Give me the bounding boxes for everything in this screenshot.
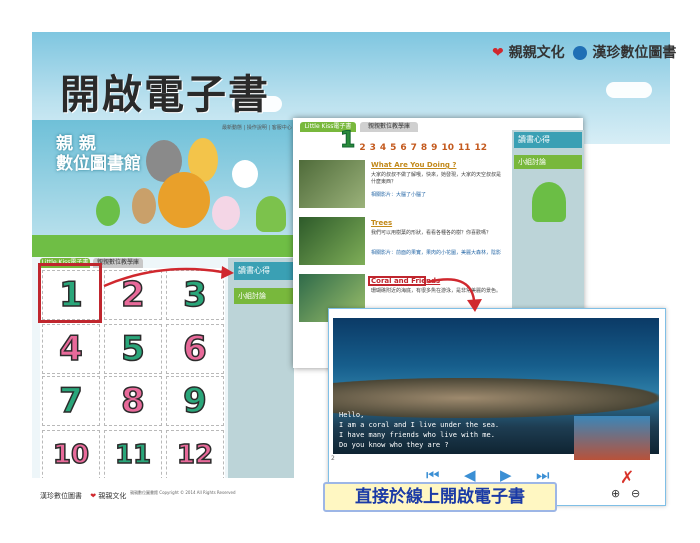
sidebar-reading-panel[interactable]: 讀書心得 — [514, 132, 582, 148]
footer-logo-left: 漢珍數位圖書 — [40, 492, 82, 500]
footer-copyright: 親親數位圖書館 Copyright © 2014 All Rights Rese… — [130, 490, 236, 495]
book-number: 10 — [52, 439, 90, 471]
page-title: 開啟電子書 — [60, 72, 270, 118]
heart-logo-icon: ❤ — [90, 492, 97, 500]
story-description: 大家的叔叔不做了解哦，快來，她發現，大家的天空叔叔是什麼東西？ — [371, 172, 502, 185]
pager-item[interactable]: 4 — [380, 143, 386, 153]
site-logo-line: 數位圖書館 — [56, 154, 141, 174]
logo-right-text: 漢珍數位圖書 — [592, 45, 677, 61]
book-number: 12 — [176, 439, 214, 471]
ebook-text-line: I am a coral and I live under the sea. — [339, 421, 500, 429]
pager-item[interactable]: 9 — [431, 143, 437, 153]
ebook-text-line: Do you know who they are ? — [339, 441, 449, 449]
story-thumbnail[interactable] — [299, 217, 365, 265]
book-number: 5 — [120, 328, 145, 370]
pager-item[interactable]: 11 — [458, 143, 471, 153]
ebook-text-line: Hello, — [339, 411, 365, 419]
book-number: 7 — [58, 380, 83, 422]
story-description: 我們可以用樹葉的形狀，看看各種各的樹？你喜歡嗎？ — [371, 230, 492, 236]
pager-item[interactable]: 10 — [441, 143, 454, 153]
book-number: 3 — [182, 274, 207, 316]
footer-logos: 漢珍數位圖書 ❤ 親親文化 — [40, 491, 126, 501]
snake-character-icon — [96, 196, 120, 226]
logo-left-text: 親親文化 — [508, 45, 565, 61]
site-logo-line: 親 親 — [56, 134, 96, 154]
selection-highlight-box — [38, 263, 102, 323]
sidebar-reading-panel[interactable]: 讀書心得 — [234, 262, 294, 280]
book-tile-5[interactable]: 5 — [104, 324, 162, 374]
pager-item[interactable]: 6 — [400, 143, 406, 153]
ebook-inset-photo — [574, 416, 650, 460]
tree-icon — [532, 182, 566, 222]
selection-highlight-box — [368, 276, 426, 286]
sidebar-discussion-panel[interactable]: 小組討論 — [234, 288, 294, 304]
heart-logo-icon: ❤ — [492, 45, 504, 61]
hanzhen-logo-icon — [573, 46, 588, 60]
story-tags[interactable]: 相關影片：前面的果實，果肉的小花圖，美麗大森林，陰影 — [371, 250, 501, 257]
book-tile-4[interactable]: 4 — [42, 324, 100, 374]
book-tile-9[interactable]: 9 — [166, 376, 224, 426]
site-logo[interactable]: 親 親 數位圖書館 — [56, 134, 141, 174]
site-nav[interactable]: 最新動態 | 操作說明 | 客服中心 — [222, 124, 292, 131]
grass-strip — [32, 235, 294, 257]
publisher-logos: ❤ 親親文化 漢珍數位圖書 — [492, 42, 676, 62]
ebook-text-line: I have many friends who live with me. — [339, 431, 495, 439]
book-tile-12[interactable]: 12 — [166, 430, 224, 480]
pager-item[interactable]: 5 — [390, 143, 396, 153]
cloud-decoration — [606, 82, 652, 98]
book-number: 4 — [58, 328, 83, 370]
book-pager: 1 2 3 4 5 6 7 8 9 10 11 12 — [339, 128, 488, 154]
pager-item[interactable]: 12 — [475, 143, 488, 153]
ebook-page-number: 2 — [331, 455, 335, 462]
book-tile-11[interactable]: 11 — [104, 430, 162, 480]
sidebar-discussion-panel[interactable]: 小組討論 — [514, 155, 582, 169]
story-title-link[interactable]: What Are You Doing ? — [371, 161, 456, 169]
rabbit-character-icon — [212, 196, 240, 230]
lion-character-icon — [158, 172, 210, 228]
book-tile-7[interactable]: 7 — [42, 376, 100, 426]
tab-teaching-library[interactable]: 親親數位教學庫 — [360, 122, 418, 132]
story-tags[interactable]: 相關影片：大腦了小腦了 — [371, 192, 501, 199]
book-number: 11 — [114, 439, 152, 471]
close-icon[interactable]: ✗ — [620, 468, 634, 488]
story-thumbnail[interactable] — [299, 160, 365, 208]
zoom-in-icon[interactable]: ⊕ — [611, 487, 620, 500]
book-tile-10[interactable]: 10 — [42, 430, 100, 480]
pager-current[interactable]: 1 — [339, 128, 355, 154]
zoom-out-icon[interactable]: ⊖ — [631, 487, 640, 500]
story-description: 珊瑚礁附近的海底，有很多魚在游泳，是非常美麗的景色。 — [371, 288, 502, 294]
book-tile-2[interactable]: 2 — [104, 270, 162, 320]
book-tile-6[interactable]: 6 — [166, 324, 224, 374]
bird-character-icon — [232, 160, 258, 188]
bear-character-icon — [132, 188, 156, 224]
book-tile-8[interactable]: 8 — [104, 376, 162, 426]
book-number: 9 — [182, 380, 207, 422]
book-number: 2 — [120, 274, 145, 316]
book-number: 6 — [182, 328, 207, 370]
story-title-link[interactable]: Trees — [371, 219, 392, 227]
tree-icon — [256, 196, 286, 232]
pager-item[interactable]: 2 — [359, 143, 365, 153]
ebook-page-text: Hello, I am a coral and I live under the… — [339, 410, 529, 450]
book-number: 8 — [120, 380, 145, 422]
pager-item[interactable]: 7 — [411, 143, 417, 153]
book-tile-3[interactable]: 3 — [166, 270, 224, 320]
pager-item[interactable]: 3 — [370, 143, 376, 153]
caption-label: 直接於線上開啟電子書 — [323, 482, 557, 512]
pager-item[interactable]: 8 — [421, 143, 427, 153]
footer-logo-right: 親親文化 — [98, 492, 127, 500]
